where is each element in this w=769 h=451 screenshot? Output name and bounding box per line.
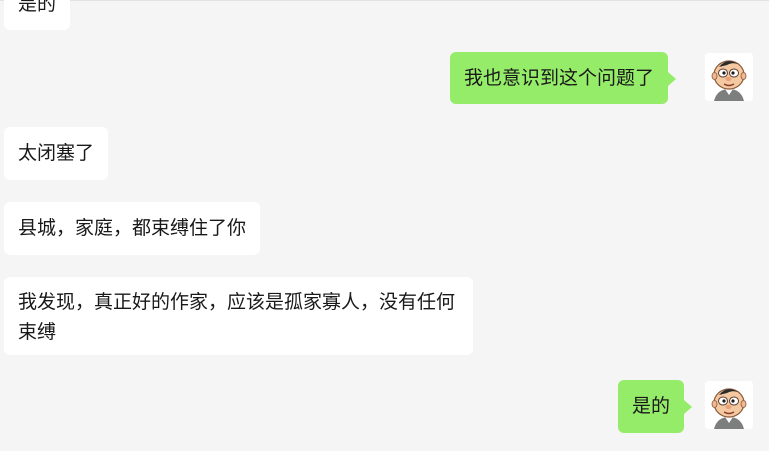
user-avatar[interactable] xyxy=(705,53,753,101)
message-text: 是的 xyxy=(632,395,671,417)
message-text: 我发现，真正好的作家，应该是孤家寡人，没有任何束缚 xyxy=(18,291,456,343)
message-bubble-outgoing[interactable]: 我也意识到这个问题了 xyxy=(450,52,677,104)
message-text: 太闭塞了 xyxy=(18,142,95,164)
cartoon-boy-avatar-icon xyxy=(705,53,753,101)
message-text: 我也意识到这个问题了 xyxy=(464,67,655,89)
message-bubble-outgoing[interactable]: 是的 xyxy=(618,380,693,433)
user-avatar[interactable] xyxy=(705,381,753,429)
cartoon-boy-avatar-icon xyxy=(705,381,753,429)
message-bubble-incoming[interactable]: 是的 xyxy=(4,0,71,30)
message-bubble-incoming[interactable]: 我发现，真正好的作家，应该是孤家寡人，没有任何束缚 xyxy=(4,277,473,355)
divider xyxy=(0,0,769,1)
message-bubble-incoming[interactable]: 太闭塞了 xyxy=(4,127,109,180)
chat-message-list[interactable]: 是的 我也意识到这个问题了 太闭塞了 县城，家庭，都束缚住了你 我发现，真正好的… xyxy=(0,0,769,451)
message-text: 是的 xyxy=(18,0,57,15)
message-bubble-incoming[interactable]: 县城，家庭，都束缚住了你 xyxy=(4,202,261,255)
message-text: 县城，家庭，都束缚住了你 xyxy=(18,217,247,239)
